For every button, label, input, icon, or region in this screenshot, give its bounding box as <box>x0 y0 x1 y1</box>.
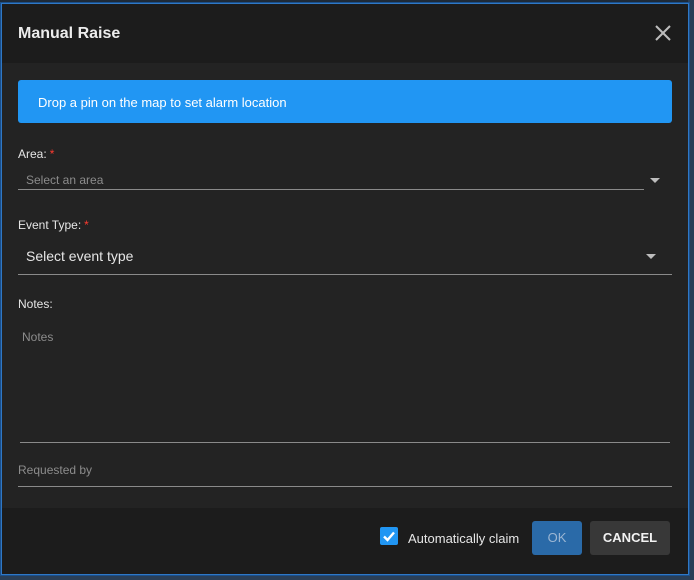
area-label: Area: * <box>18 147 54 161</box>
notes-label: Notes: <box>18 297 53 311</box>
event-type-label: Event Type: * <box>18 218 89 232</box>
requested-by-input[interactable]: Requested by <box>18 456 672 487</box>
checkmark-icon <box>383 531 395 542</box>
ok-button[interactable]: OK <box>532 521 582 555</box>
close-button[interactable] <box>652 22 674 44</box>
chevron-down-icon <box>646 254 656 259</box>
notes-label-text: Notes: <box>18 297 53 311</box>
required-mark: * <box>84 218 89 232</box>
required-mark: * <box>49 147 55 161</box>
event-type-label-text: Event Type: <box>18 218 82 232</box>
info-banner-text: Drop a pin on the map to set alarm locat… <box>38 95 287 110</box>
cancel-button[interactable]: CANCEL <box>590 521 670 555</box>
auto-claim-checkbox[interactable] <box>380 527 398 545</box>
event-type-select[interactable]: Select event type <box>18 238 672 275</box>
dialog-header: Manual Raise <box>2 4 688 63</box>
info-banner: Drop a pin on the map to set alarm locat… <box>18 80 672 123</box>
area-label-text: Area: <box>18 147 47 161</box>
chevron-down-icon[interactable] <box>650 178 660 183</box>
close-icon <box>655 25 671 41</box>
notes-textarea[interactable]: Notes <box>20 322 670 443</box>
dialog-footer <box>2 508 688 574</box>
notes-placeholder: Notes <box>22 330 54 344</box>
requested-by-placeholder: Requested by <box>18 463 93 477</box>
area-select[interactable]: Select an area <box>18 168 644 190</box>
area-select-placeholder: Select an area <box>26 173 104 187</box>
event-type-select-value: Select event type <box>26 248 134 264</box>
manual-raise-dialog: Manual Raise Drop a pin on the map to se… <box>1 3 689 575</box>
dialog-title: Manual Raise <box>18 25 121 42</box>
auto-claim-label: Automatically claim <box>408 531 520 546</box>
